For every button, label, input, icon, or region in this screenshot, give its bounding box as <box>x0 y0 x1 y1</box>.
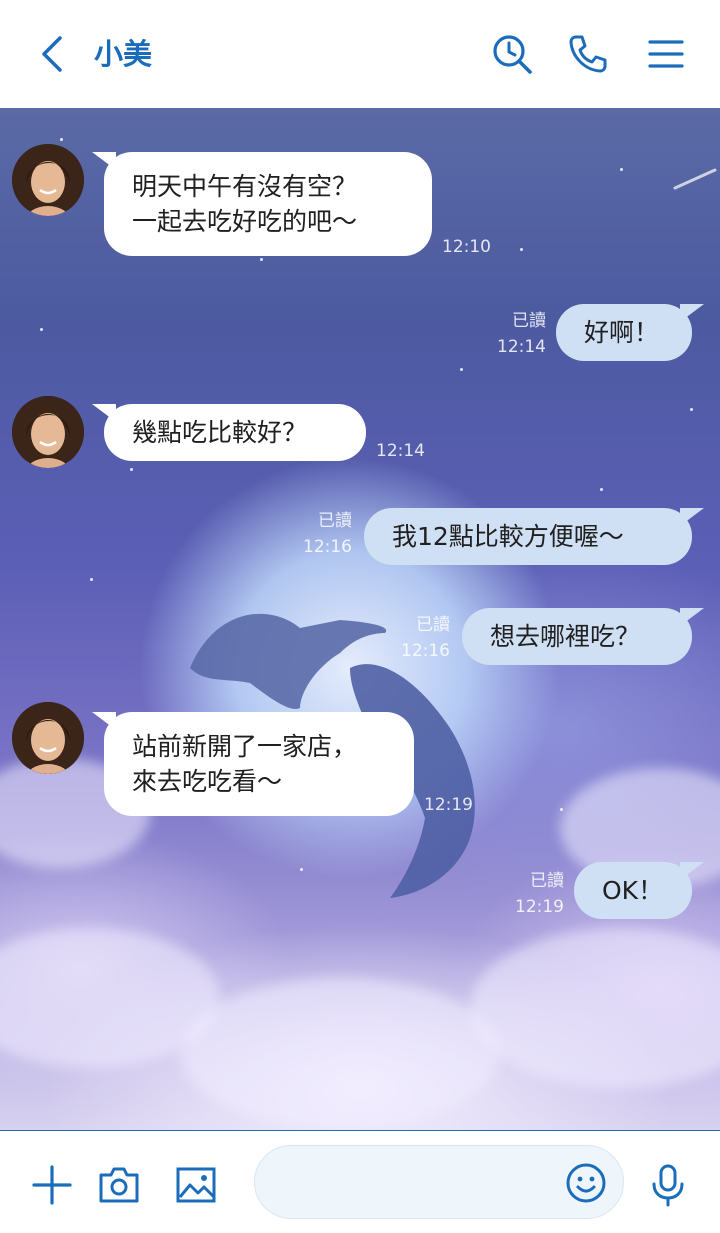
plus-icon[interactable] <box>30 1163 74 1207</box>
message-text: 幾點吃比較好？ <box>132 418 308 447</box>
read-receipt: 已讀 <box>530 871 564 891</box>
message-bubble-outgoing[interactable]: 好啊！ <box>556 304 692 361</box>
phone-icon[interactable] <box>566 32 610 76</box>
menu-icon[interactable] <box>644 32 688 76</box>
message-input[interactable] <box>279 1166 563 1202</box>
read-receipt: 已讀 <box>512 311 546 331</box>
contact-avatar[interactable] <box>12 144 84 216</box>
message-timestamp: 12:16 <box>401 641 450 661</box>
read-receipt: 已讀 <box>318 511 352 531</box>
message-input-box[interactable] <box>254 1145 624 1219</box>
message-bubble-incoming[interactable]: 幾點吃比較好？ <box>104 404 366 461</box>
message-text: 想去哪裡吃？ <box>490 622 641 651</box>
message-timestamp: 12:14 <box>376 441 425 461</box>
message-composer <box>0 1130 720 1233</box>
chat-title[interactable]: 小美 <box>94 34 152 74</box>
read-receipt: 已讀 <box>416 615 450 635</box>
message-bubble-outgoing[interactable]: OK！ <box>574 862 692 919</box>
message-text-line: 明天中午有沒有空？ <box>132 172 358 201</box>
message-timestamp: 12:19 <box>515 897 564 917</box>
message-timestamp: 12:14 <box>497 337 546 357</box>
message-timestamp: 12:16 <box>303 537 352 557</box>
message-bubble-outgoing[interactable]: 我12點比較方便喔～ <box>364 508 692 565</box>
image-icon[interactable] <box>174 1163 218 1207</box>
contact-avatar[interactable] <box>12 396 84 468</box>
message-text: 好啊！ <box>584 318 660 347</box>
message-text-line: 一起去吃好吃的吧～ <box>132 207 358 236</box>
search-clock-icon[interactable] <box>490 32 534 76</box>
message-timestamp: 12:19 <box>424 795 473 815</box>
message-bubble-outgoing[interactable]: 想去哪裡吃？ <box>462 608 692 665</box>
microphone-icon[interactable] <box>646 1163 690 1207</box>
contact-avatar[interactable] <box>12 702 84 774</box>
message-text-line: 來去吃吃看～ <box>132 767 283 796</box>
message-bubble-incoming[interactable]: 站前新開了一家店， 來去吃吃看～ <box>104 712 414 816</box>
back-chevron-icon[interactable] <box>36 34 72 74</box>
emoji-icon[interactable] <box>565 1162 607 1204</box>
chat-header: 小美 <box>0 0 720 108</box>
message-bubble-incoming[interactable]: 明天中午有沒有空？ 一起去吃好吃的吧～ <box>104 152 432 256</box>
message-timestamp: 12:10 <box>442 237 491 257</box>
camera-icon[interactable] <box>97 1163 141 1207</box>
chat-area[interactable]: 明天中午有沒有空？ 一起去吃好吃的吧～ 12:10 已讀 12:14 好啊！ 幾… <box>0 108 720 1130</box>
message-text-line: 站前新開了一家店， <box>132 732 358 761</box>
message-text: 我12點比較方便喔～ <box>392 522 624 551</box>
message-text: OK！ <box>602 876 664 905</box>
